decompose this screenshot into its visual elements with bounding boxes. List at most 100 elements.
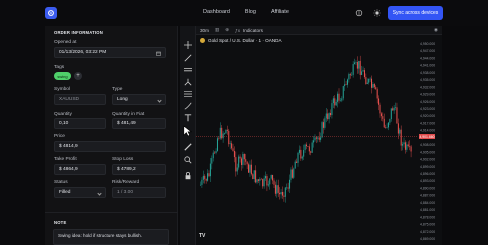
candle-body — [236, 167, 238, 172]
candle-body — [201, 179, 203, 185]
candle-body — [250, 164, 252, 175]
candle-body — [263, 178, 265, 187]
candle-body — [202, 175, 204, 180]
trendline-icon[interactable] — [183, 53, 193, 63]
right-margin — [442, 26, 488, 245]
brain-icon[interactable] — [354, 8, 364, 18]
candle-body — [209, 163, 211, 177]
candle-body — [335, 101, 337, 106]
ruler-icon[interactable] — [183, 142, 193, 152]
candle-body — [345, 84, 347, 85]
camera-icon[interactable]: ◉ — [434, 27, 438, 33]
fib-icon[interactable] — [183, 89, 193, 99]
price-axis-label: 4,941.000 — [420, 64, 435, 68]
candle-body — [208, 173, 210, 177]
take-profit-field[interactable]: $ 4864,9 — [54, 164, 106, 175]
brush-icon[interactable] — [183, 101, 193, 111]
nav-affiliate[interactable]: Affiliate — [271, 9, 289, 15]
sync-button[interactable]: Sync across devices — [388, 6, 443, 20]
text-icon[interactable] — [183, 113, 193, 123]
price-axis-label: 4,875.000 — [420, 223, 435, 227]
candle-body — [379, 104, 381, 114]
candle-body — [348, 74, 350, 80]
candle-body — [352, 64, 354, 75]
candle-body — [356, 62, 358, 69]
candle-body — [222, 133, 224, 139]
candle-body — [389, 119, 391, 123]
candle-body — [308, 146, 310, 152]
price-axis-label: 4,902.000 — [420, 158, 435, 162]
quantity-field[interactable]: 0,10 — [54, 118, 106, 129]
candlestick-series: 4,950.000 4,947.000 4,944.000 4,941.000 4,93… — [196, 42, 435, 241]
nav-dashboard[interactable]: Dashboard — [203, 9, 230, 15]
candle-body — [270, 174, 272, 179]
candle-body — [382, 116, 384, 119]
candle-body — [273, 180, 275, 185]
opened-at-field[interactable]: 01/13/2026, 03:22 PM — [54, 47, 166, 58]
candle-body — [256, 179, 258, 183]
candle-body — [410, 146, 412, 152]
candle-body — [253, 170, 255, 180]
candle-body — [219, 127, 221, 139]
calendar-icon[interactable] — [156, 51, 161, 56]
add-tag-button[interactable]: + — [74, 72, 82, 80]
nav-blog[interactable]: Blog — [245, 9, 256, 15]
type-select[interactable]: Long — [112, 94, 166, 105]
crosshair-icon[interactable] — [183, 40, 193, 50]
note-field[interactable]: Swing idea: hold if structure stays bull… — [53, 229, 169, 245]
candle-body — [359, 60, 361, 75]
opened-at-value: 01/13/2026, 03:22 PM — [59, 50, 107, 55]
candle-body — [300, 149, 302, 159]
main-nav: Dashboard Blog Affiliate — [203, 9, 289, 15]
candle-body — [214, 152, 216, 154]
tag-swing[interactable]: swing — [54, 72, 71, 80]
candle-body — [245, 159, 247, 162]
candle-body — [211, 158, 213, 164]
candle-body — [399, 129, 401, 134]
candle-body — [216, 138, 218, 151]
symbol-field[interactable]: XAUUSD — [54, 94, 106, 105]
zoom-icon[interactable] — [183, 155, 193, 165]
horizontal-lines-icon[interactable] — [183, 65, 193, 75]
compare-icon[interactable]: ⊕ — [225, 27, 229, 33]
price-axis-label: 4,914.000 — [420, 129, 435, 133]
candle-body — [365, 77, 367, 84]
candle-body — [385, 127, 387, 128]
candle-body — [249, 164, 251, 173]
candle-body — [328, 113, 330, 120]
candle-body — [373, 84, 375, 88]
candle-body — [368, 78, 370, 83]
candle-body — [378, 98, 380, 105]
candle-body — [297, 152, 299, 163]
sun-icon[interactable] — [372, 8, 382, 18]
type-label: Type — [112, 87, 123, 92]
candle-body — [281, 192, 283, 196]
stop-loss-field[interactable]: $ 4789,2 — [112, 164, 166, 175]
price-axis-label: 4,905.000 — [420, 150, 435, 154]
candle-body — [298, 149, 300, 153]
cursor-icon[interactable] — [183, 125, 193, 137]
candle-body — [344, 84, 346, 87]
candle-body — [228, 130, 230, 145]
status-select[interactable]: Filled — [54, 187, 106, 198]
candle-body — [310, 151, 312, 153]
candle-body — [396, 107, 398, 124]
price-field[interactable]: $ 4814,9 — [54, 141, 166, 152]
candle-body — [257, 179, 259, 181]
tags-label: Tags — [54, 65, 65, 70]
candle-body — [337, 93, 339, 102]
lock-icon[interactable] — [183, 171, 193, 181]
logo-icon[interactable] — [45, 7, 57, 19]
candle-body — [283, 195, 285, 197]
chart-type-icon[interactable]: ▥ — [215, 27, 219, 33]
candle-body — [376, 89, 378, 99]
quantity-fiat-field[interactable]: $ 481,49 — [112, 118, 166, 129]
fork-icon[interactable] — [183, 77, 193, 87]
indicators-button[interactable]: Indicators — [243, 28, 263, 33]
candle-body — [207, 173, 209, 181]
candle-body — [363, 70, 365, 78]
price-axis-label: 4,920.000 — [420, 114, 435, 118]
candle-body — [331, 103, 333, 116]
indicators-icon[interactable]: ƒx — [235, 28, 240, 33]
interval-select[interactable]: 30m — [200, 28, 209, 33]
